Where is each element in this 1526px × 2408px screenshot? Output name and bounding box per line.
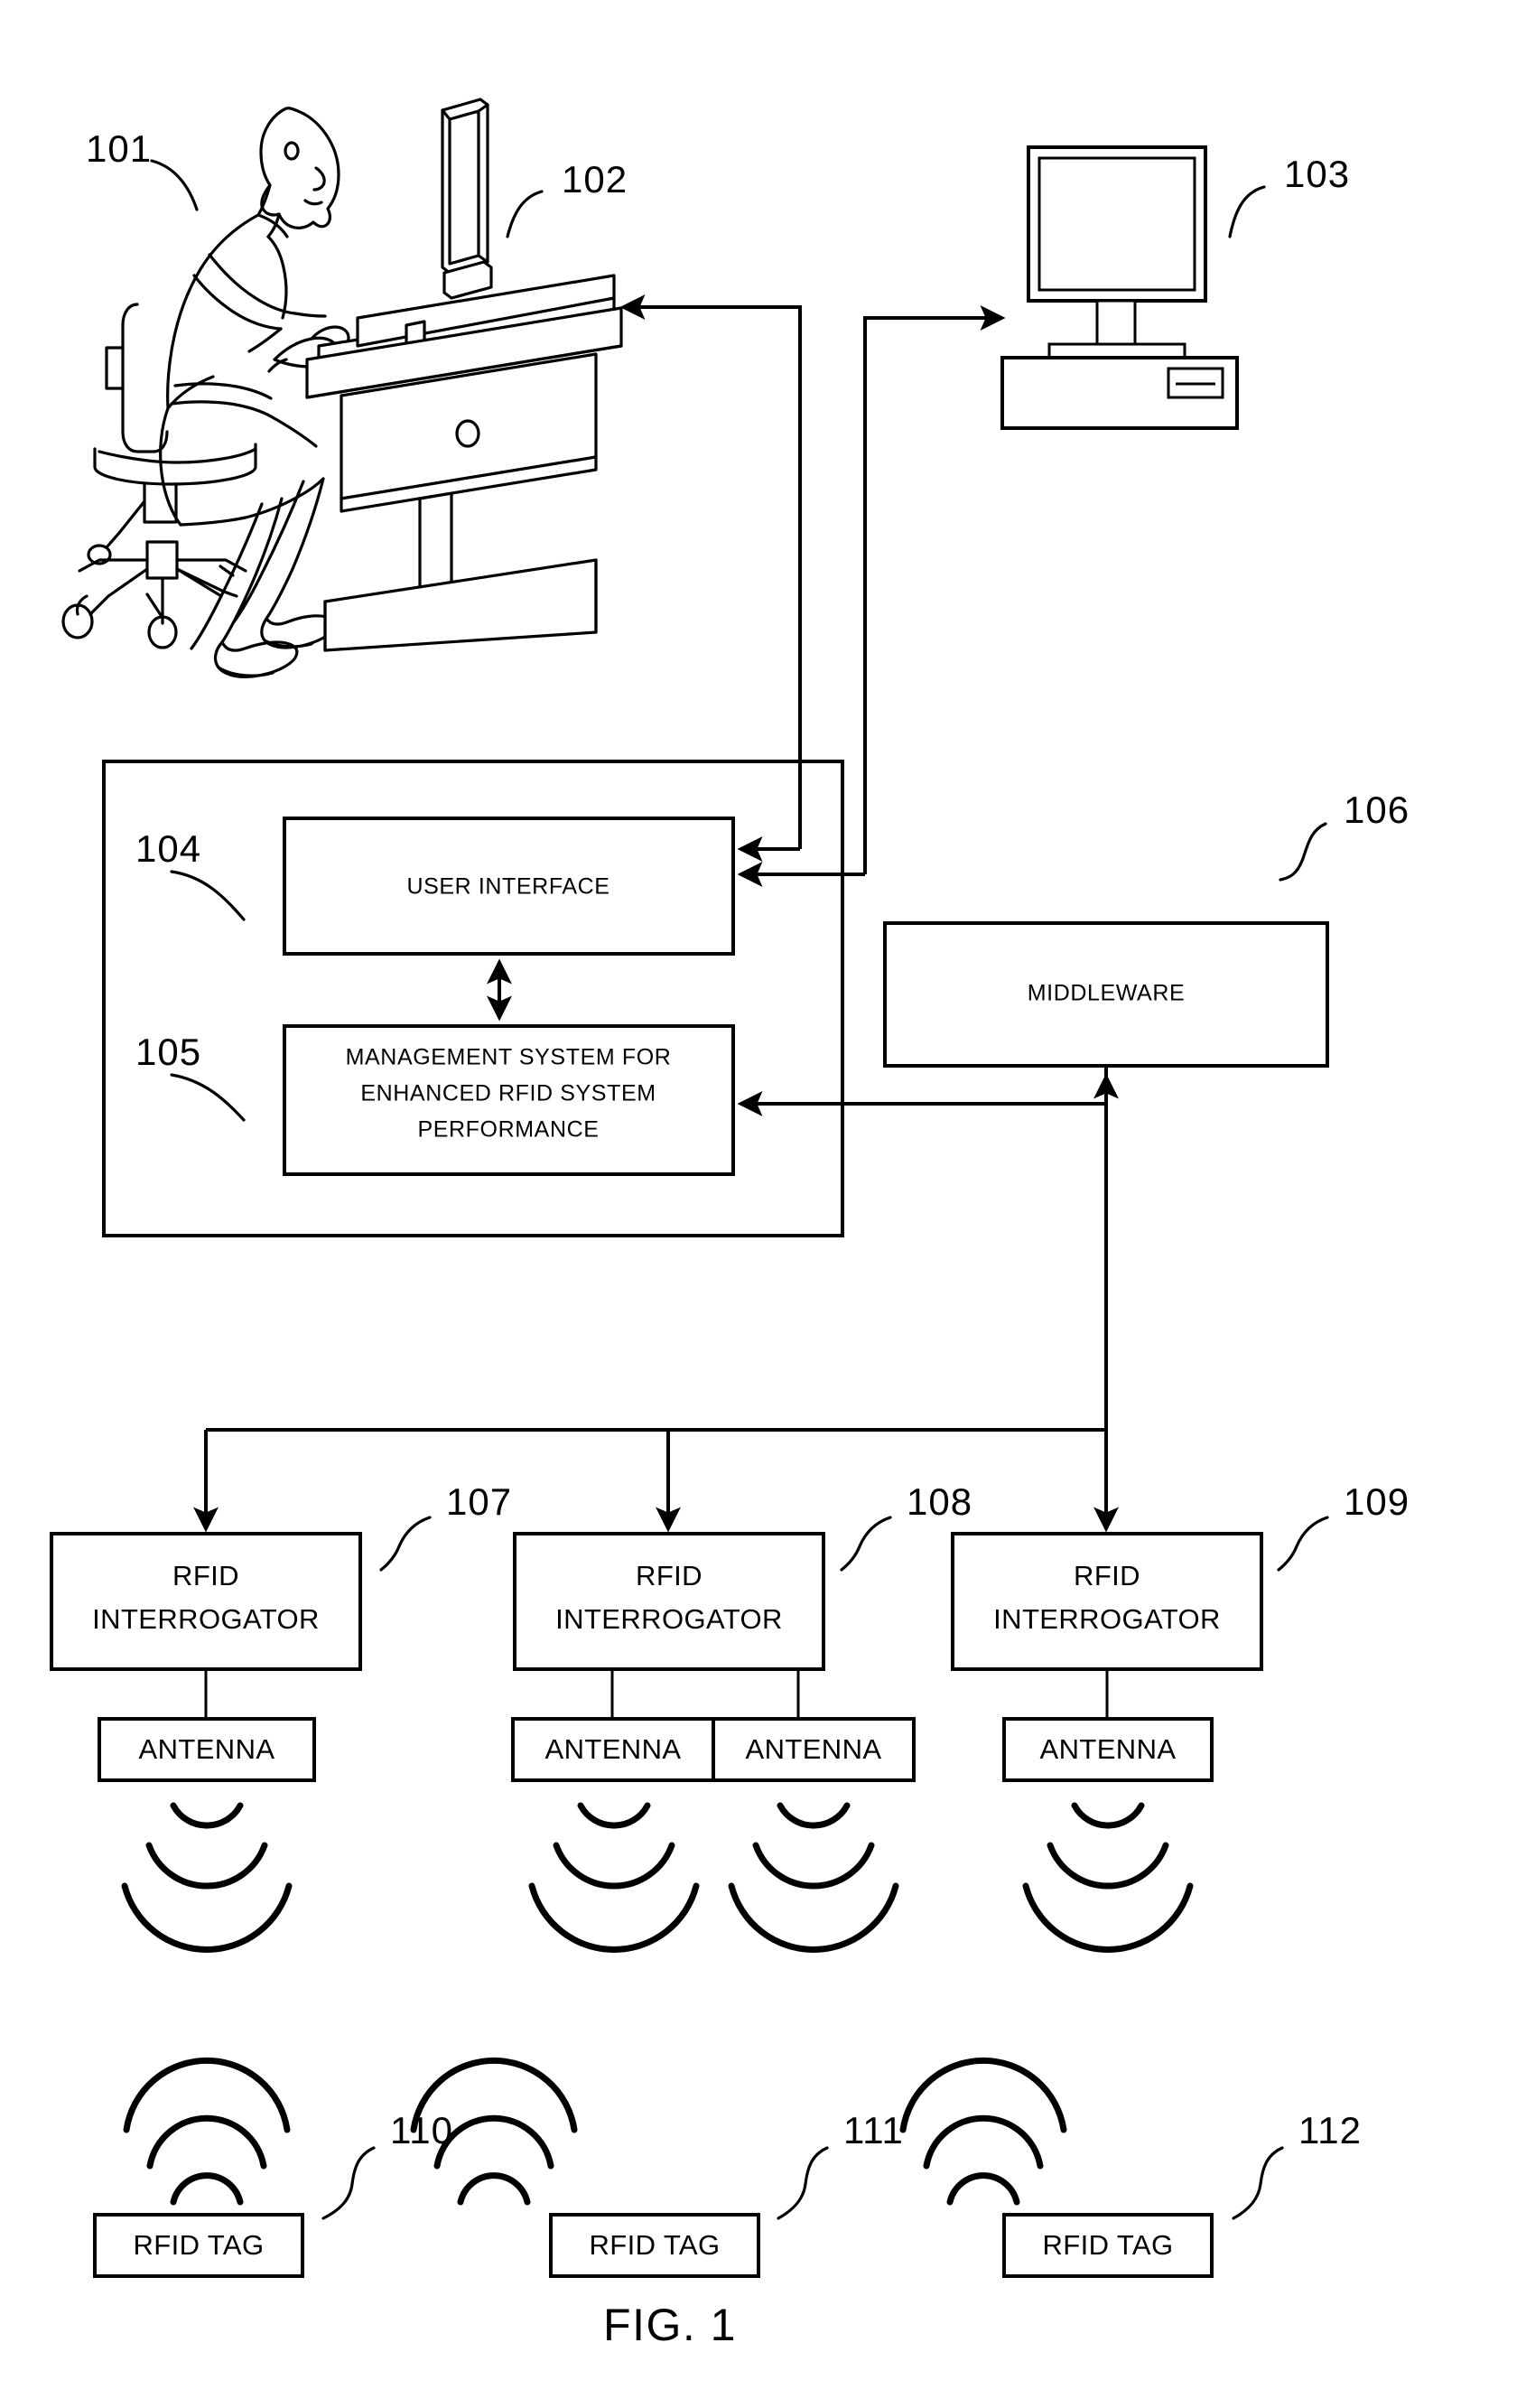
ref-numeral-106: 106 (1344, 789, 1410, 831)
ref-numeral-109: 109 (1344, 1480, 1410, 1523)
interrogator-1-label-line1: RFID (172, 1560, 239, 1591)
leader-107 (379, 1516, 432, 1572)
radio-wave-icon-antenna-3 (728, 1802, 899, 1953)
ref-numeral-110: 110 (390, 2109, 453, 2151)
rfid-interrogator-box-3 (951, 1532, 1263, 1671)
ref-numeral-111: 111 (843, 2109, 904, 2151)
management-system-label-line1: MANAGEMENT SYSTEM FOR (346, 1045, 672, 1070)
ref-numeral-112: 112 (1298, 2109, 1362, 2151)
leader-103 (1228, 185, 1266, 238)
radio-wave-icon-antenna-1 (121, 1802, 293, 1953)
interrogator-3-label-line1: RFID (1074, 1560, 1140, 1591)
leader-101 (150, 159, 199, 211)
ref-numeral-103: 103 (1284, 153, 1350, 195)
interrogator-2-label-line1: RFID (636, 1560, 703, 1591)
leader-106 (1279, 822, 1327, 882)
middleware-label: MIDDLEWARE (1028, 981, 1186, 1006)
figure-canvas: USER INTERFACE MANAGEMENT SYSTEM FOR ENH… (50, 98, 1410, 2350)
leader-110 (321, 2146, 376, 2220)
figure-caption: FIG. 1 (603, 2300, 737, 2350)
interrogator-3-label-line2: INTERROGATOR (993, 1603, 1221, 1635)
ref-numeral-101: 101 (86, 127, 152, 170)
rfid-tag-label-3: RFID TAG (1042, 2229, 1173, 2261)
desktop-computer-icon (1000, 145, 1239, 430)
leader-111 (777, 2146, 829, 2220)
leader-102 (506, 190, 544, 238)
rfid-interrogator-box-2 (513, 1532, 825, 1671)
interrogator-1-label-line2: INTERROGATOR (92, 1603, 320, 1635)
rfid-interrogator-box-1 (50, 1532, 362, 1671)
ref-numeral-102: 102 (562, 158, 628, 201)
ref-numeral-108: 108 (907, 1480, 972, 1523)
radio-wave-icon-antenna-2 (528, 1802, 700, 1953)
rfid-tag-label-2: RFID TAG (589, 2229, 720, 2261)
ref-numeral-107: 107 (446, 1480, 512, 1523)
leader-112 (1232, 2146, 1284, 2220)
patent-figure: USER INTERFACE MANAGEMENT SYSTEM FOR ENH… (0, 0, 1526, 2408)
antenna-label-4: ANTENNA (1040, 1733, 1177, 1765)
antenna-label-1: ANTENNA (139, 1733, 275, 1765)
user-interface-label: USER INTERFACE (406, 874, 609, 900)
management-system-label-line2: ENHANCED RFID SYSTEM (360, 1081, 656, 1106)
leader-109 (1277, 1516, 1329, 1572)
radio-wave-icon-tag-1 (123, 2057, 291, 2206)
management-system-label-line3: PERFORMANCE (417, 1117, 599, 1143)
interrogator-2-label-line2: INTERROGATOR (555, 1603, 783, 1635)
leader-108 (840, 1516, 892, 1572)
antenna-label-2: ANTENNA (545, 1733, 682, 1765)
radio-wave-icon-antenna-4 (1022, 1802, 1194, 1953)
rfid-tag-label-1: RFID TAG (133, 2229, 264, 2261)
ref-numeral-105: 105 (135, 1031, 201, 1073)
antenna-label-3: ANTENNA (746, 1733, 882, 1765)
ref-numeral-104: 104 (135, 827, 201, 870)
radio-wave-icon-tag-3 (899, 2057, 1067, 2206)
